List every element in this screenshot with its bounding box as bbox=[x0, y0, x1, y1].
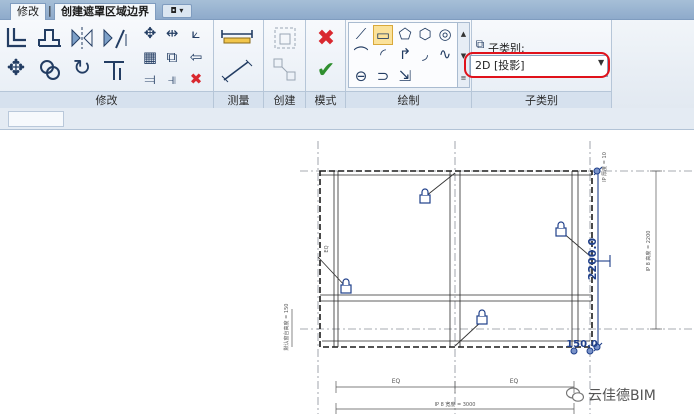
subcategory-icon: ⧉ bbox=[475, 37, 485, 51]
watermark: 云佳德BIM bbox=[566, 385, 656, 405]
rectangle-icon[interactable]: ▭ bbox=[373, 25, 393, 45]
mirror-draw-icon[interactable] bbox=[100, 24, 128, 52]
array-icon[interactable]: ▦ bbox=[140, 48, 160, 68]
tangent-arc-icon[interactable]: ↱ bbox=[395, 45, 415, 65]
panel-title-subcategory: 子类别 bbox=[472, 91, 611, 108]
dim-top-right-label: IP 厚度 = 10 bbox=[601, 152, 608, 182]
tab-modify[interactable]: 修改 bbox=[10, 3, 46, 20]
panel-modify: ✥ ⇹ ⟀ ✥ ↻ ▦ ⧉ ⇦ ⫤ ⫣ ✖ 修改 bbox=[0, 20, 214, 108]
trim-multiple-icon[interactable]: ⫤ bbox=[140, 70, 160, 90]
extend-multiple-icon[interactable]: ⫣ bbox=[162, 70, 182, 90]
create-group-icon[interactable] bbox=[271, 24, 299, 52]
panel-create: 创建 bbox=[264, 20, 306, 108]
scale-icon[interactable]: ⧉ bbox=[162, 48, 182, 68]
gallery-expand-icon[interactable]: ≡ bbox=[458, 67, 469, 89]
dim-bottom-total-label: IP 8 宽度 = 3000 bbox=[435, 401, 476, 408]
cancel-edit-mode-icon[interactable]: ✖ bbox=[312, 26, 340, 54]
offset-icon[interactable] bbox=[36, 24, 64, 52]
split-gap-icon[interactable]: ⇹ bbox=[162, 24, 182, 44]
panel-title-create: 创建 bbox=[264, 91, 305, 108]
dim-right-total-label: IP 8 高度 = 2200 bbox=[645, 231, 652, 272]
delete-icon[interactable]: ✖ bbox=[186, 70, 206, 90]
trim-extend-icon[interactable] bbox=[100, 56, 128, 84]
window-family-drawing: 2200.0 150.0 IP 8 高度 = 2200 IP 厚度 = 10 默… bbox=[283, 141, 694, 414]
create-similar-icon[interactable] bbox=[271, 56, 299, 84]
finish-edit-mode-icon[interactable]: ✔ bbox=[312, 58, 340, 86]
panel-title-measure: 测量 bbox=[214, 91, 263, 108]
panel-title-draw: 绘制 bbox=[346, 91, 471, 108]
dim-left-inner-label: EQ bbox=[324, 245, 330, 252]
ribbon-tab-bar: 修改 | 创建遮罩区域边界 ◘ ▾ bbox=[0, 0, 694, 20]
wechat-icon bbox=[566, 387, 584, 402]
fillet-arc-icon[interactable]: ◞ bbox=[415, 45, 435, 65]
rotate-icon[interactable]: ↻ bbox=[68, 56, 96, 84]
measure-between-refs-icon[interactable] bbox=[220, 26, 256, 54]
copy-icon[interactable] bbox=[36, 56, 64, 84]
line-icon[interactable]: ⟋ bbox=[351, 25, 371, 45]
measure-along-element-icon[interactable] bbox=[220, 58, 256, 86]
scroll-down-icon[interactable]: ▼ bbox=[458, 45, 469, 67]
trim-icon[interactable]: ⟀ bbox=[186, 24, 206, 44]
start-end-arc-icon[interactable]: ⌒ bbox=[351, 45, 371, 65]
panel-title-mode: 模式 bbox=[306, 91, 345, 108]
watermark-text: 云佳德BIM bbox=[588, 388, 656, 404]
dim-width-label: 150.0 bbox=[566, 339, 598, 350]
tab-dropdown-button[interactable]: ◘ ▾ bbox=[162, 4, 192, 18]
pick-lines-icon[interactable]: ⇲ bbox=[395, 67, 415, 87]
dim-height-label: 2200.0 bbox=[586, 237, 599, 280]
circle-icon[interactable]: ◎ bbox=[435, 25, 455, 45]
circumscribed-polygon-icon[interactable]: ⬡ bbox=[415, 25, 435, 45]
dim-eq-left-label: EQ bbox=[392, 378, 401, 385]
panel-mode: ✖ ✔ 模式 bbox=[306, 20, 346, 108]
chevron-down-icon[interactable]: ▼ bbox=[598, 58, 604, 67]
ribbon: ✥ ⇹ ⟀ ✥ ↻ ▦ ⧉ ⇦ ⫤ ⫣ ✖ 修改 测量 创建 ✖ ✔ 模式 绘制… bbox=[0, 20, 694, 108]
mirror-axis-icon[interactable] bbox=[68, 24, 96, 52]
pin-icon[interactable]: ⇦ bbox=[186, 48, 206, 68]
draw-gallery-scroll[interactable]: ▲ ▼ ≡ bbox=[458, 22, 470, 88]
dim-left-small-label: 默认窗台高度 = 150 bbox=[283, 304, 290, 351]
inscribed-polygon-icon[interactable]: ⬠ bbox=[395, 25, 415, 45]
spline-icon[interactable]: ∿ bbox=[435, 45, 455, 65]
options-bar-field[interactable] bbox=[8, 111, 64, 127]
options-bar bbox=[0, 108, 694, 130]
align-icon[interactable] bbox=[4, 24, 32, 52]
center-end-arc-icon[interactable]: ◜ bbox=[373, 45, 393, 65]
subcategory-select[interactable]: 2D [投影] bbox=[470, 55, 608, 77]
draw-tools-gallery: ⟋ ▭ ⬠ ⬡ ◎ ⌒ ◜ ↱ ◞ ∿ ⊖ ⊃ ⇲ bbox=[348, 22, 458, 88]
scroll-up-icon[interactable]: ▲ bbox=[458, 23, 469, 45]
ribbon-empty-area bbox=[612, 20, 694, 108]
move-icon[interactable]: ✥ bbox=[2, 56, 30, 84]
subcategory-label: 子类别: bbox=[488, 42, 525, 55]
panel-measure: 测量 bbox=[214, 20, 264, 108]
split-icon[interactable]: ✥ bbox=[140, 24, 160, 44]
lock-icon bbox=[340, 188, 567, 325]
partial-ellipse-icon[interactable]: ⊃ bbox=[373, 67, 393, 87]
dim-eq-right-label: EQ bbox=[510, 378, 519, 385]
tab-create-mask-boundary[interactable]: 创建遮罩区域边界 bbox=[54, 3, 156, 20]
drawing-canvas[interactable]: 2200.0 150.0 IP 8 高度 = 2200 IP 厚度 = 10 默… bbox=[0, 131, 694, 414]
panel-title-modify: 修改 bbox=[0, 91, 213, 108]
ellipse-icon[interactable]: ⊖ bbox=[351, 67, 371, 87]
